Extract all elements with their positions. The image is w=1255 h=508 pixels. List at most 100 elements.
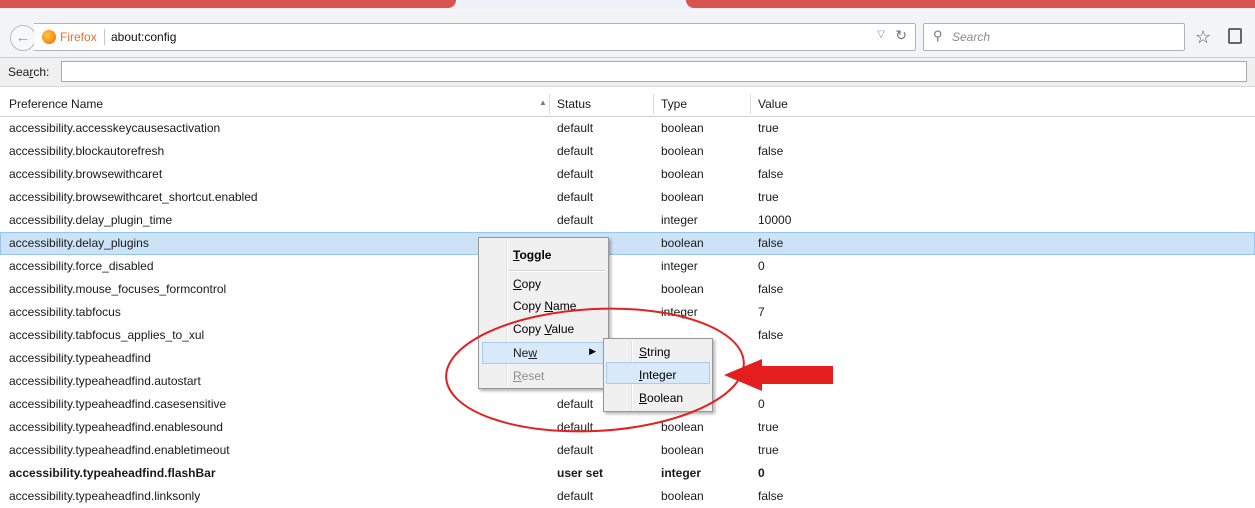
table-row[interactable]: accessibility.delay_plugins boolean false bbox=[0, 232, 1255, 255]
pref-status-cell: user set bbox=[557, 466, 604, 480]
pref-value-cell: true bbox=[758, 121, 779, 135]
tab-strip bbox=[0, 0, 1255, 9]
pref-status-cell: default bbox=[557, 190, 594, 204]
submenu-item-integer[interactable]: Integer bbox=[639, 368, 676, 382]
pref-type-cell: boolean bbox=[661, 144, 704, 158]
pref-value-cell: 0 bbox=[758, 466, 765, 480]
table-row[interactable]: accessibility.mouse_focuses_formcontrol b… bbox=[0, 278, 1255, 301]
table-row[interactable]: accessibility.typeaheadfind.enablesound d… bbox=[0, 416, 1255, 439]
table-row[interactable]: accessibility.tabfocus integer 7 bbox=[0, 301, 1255, 324]
table-row[interactable]: accessibility.typeaheadfind.enabletimeou… bbox=[0, 439, 1255, 462]
url-text[interactable]: about:config bbox=[111, 30, 176, 44]
config-search-row: Search: bbox=[0, 58, 1255, 87]
url-bar[interactable]: Firefox about:config ▽ ↻ bbox=[34, 23, 916, 51]
search-icon: ⚲ bbox=[933, 28, 943, 43]
pref-name-cell: accessibility.browsewithcaret_shortcut.e… bbox=[9, 190, 258, 204]
table-row[interactable]: accessibility.typeaheadfind.flashBar user… bbox=[0, 462, 1255, 485]
menu-item-copy[interactable]: Copy bbox=[513, 277, 541, 291]
pref-value-cell: true bbox=[758, 420, 779, 434]
table-row[interactable]: accessibility.force_disabled integer 0 bbox=[0, 255, 1255, 278]
pref-name-cell: accessibility.typeaheadfind.enabletimeou… bbox=[9, 443, 230, 457]
back-arrow-icon[interactable]: ← bbox=[10, 25, 36, 51]
pref-status-cell: default bbox=[557, 167, 594, 181]
table-row[interactable]: accessibility.delay_plugin_time default in… bbox=[0, 209, 1255, 232]
pref-type-cell: integer bbox=[661, 305, 698, 319]
sort-ascending-icon: ▲ bbox=[539, 98, 547, 107]
firefox-logo-icon bbox=[42, 30, 56, 44]
pref-type-cell: boolean bbox=[661, 190, 704, 204]
pref-name-cell: accessibility.mouse_focuses_formcontrol bbox=[9, 282, 227, 296]
tab-right[interactable] bbox=[686, 0, 1255, 8]
config-search-input[interactable] bbox=[61, 61, 1247, 82]
identity-label[interactable]: Firefox bbox=[60, 30, 97, 44]
search-bar[interactable]: ⚲ Search bbox=[923, 23, 1185, 51]
column-header-type[interactable]: Type bbox=[661, 97, 687, 111]
pref-type-cell: boolean bbox=[661, 236, 704, 250]
table-row[interactable]: accessibility.accesskeycausesactivation d… bbox=[0, 117, 1255, 140]
column-header-value[interactable]: Value bbox=[758, 97, 788, 111]
url-divider bbox=[104, 29, 105, 45]
column-header-name[interactable]: Preference Name bbox=[9, 97, 103, 111]
pref-type-cell: boolean bbox=[661, 443, 704, 457]
navigation-toolbar: ← Firefox about:config ▽ ↻ ⚲ Search ☆ bbox=[0, 9, 1255, 58]
pref-value-cell: true bbox=[758, 443, 779, 457]
pref-name-cell: accessibility.typeaheadfind.flashBar bbox=[9, 466, 216, 480]
pref-type-cell: integer bbox=[661, 213, 698, 227]
pref-value-cell: false bbox=[758, 236, 784, 250]
submenu-item-boolean[interactable]: Boolean bbox=[639, 391, 683, 405]
pref-name-cell: accessibility.accesskeycausesactivation bbox=[9, 121, 221, 135]
submenu-item-string[interactable]: String bbox=[639, 345, 670, 359]
submenu-arrow-icon: ▶ bbox=[589, 346, 596, 356]
tab-left[interactable] bbox=[0, 0, 456, 8]
table-row[interactable]: accessibility.browsewithcaret_shortcut.e… bbox=[0, 186, 1255, 209]
pref-type-cell: boolean bbox=[661, 121, 704, 135]
context-menu: Toggle Copy Copy Name Copy Value New ▶ R… bbox=[478, 237, 609, 389]
bookmarks-menu-icon[interactable] bbox=[1228, 28, 1242, 44]
pref-type-cell: integer bbox=[661, 259, 698, 273]
pref-status-cell: default bbox=[557, 213, 594, 227]
pref-status-cell: default bbox=[557, 121, 594, 135]
column-header-status[interactable]: Status bbox=[557, 97, 591, 111]
column-divider[interactable] bbox=[653, 94, 654, 114]
table-row[interactable]: accessibility.browsewithcaret default bool… bbox=[0, 163, 1255, 186]
pref-name-cell: accessibility.browsewithcaret bbox=[9, 167, 163, 181]
pref-value-cell: false bbox=[758, 167, 784, 181]
bookmark-star-icon[interactable]: ☆ bbox=[1195, 27, 1211, 48]
pref-status-cell: default bbox=[557, 420, 594, 434]
config-search-label: Search: bbox=[8, 65, 50, 79]
reload-icon[interactable]: ↻ bbox=[895, 27, 907, 44]
pref-value-cell: 0 bbox=[758, 259, 765, 273]
table-row[interactable]: accessibility.typeaheadfind.linksonly def… bbox=[0, 485, 1255, 508]
pref-name-cell: accessibility.typeaheadfind.casesensitiv… bbox=[9, 397, 227, 411]
pref-status-cell: default bbox=[557, 397, 594, 411]
pref-value-cell: false bbox=[758, 144, 784, 158]
pref-status-cell: default bbox=[557, 443, 594, 457]
pref-value-cell: 10000 bbox=[758, 213, 792, 227]
pref-name-cell: accessibility.delay_plugin_time bbox=[9, 213, 173, 227]
column-divider[interactable] bbox=[549, 94, 550, 114]
pref-value-cell: false bbox=[758, 328, 784, 342]
pref-name-cell: accessibility.delay_plugins bbox=[9, 236, 149, 250]
pref-value-cell: false bbox=[758, 282, 784, 296]
search-placeholder: Search bbox=[952, 30, 991, 44]
table-header: Preference Name ▲ Status Type Value bbox=[0, 92, 1255, 117]
new-submenu: String Integer Boolean bbox=[603, 338, 713, 412]
pref-name-cell: accessibility.typeaheadfind bbox=[9, 351, 151, 365]
menu-item-copy-name[interactable]: Copy Name bbox=[513, 299, 576, 313]
menu-item-new[interactable]: New ▶ bbox=[482, 342, 605, 364]
column-divider[interactable] bbox=[750, 94, 751, 114]
menu-item-toggle[interactable]: Toggle bbox=[513, 248, 551, 262]
pref-type-cell: integer bbox=[661, 466, 702, 480]
pref-name-cell: accessibility.typeaheadfind.enablesound bbox=[9, 420, 223, 434]
pref-type-cell: boolean bbox=[661, 167, 704, 181]
pref-type-cell: boolean bbox=[661, 282, 704, 296]
pref-value-cell: 7 bbox=[758, 305, 765, 319]
menu-item-reset[interactable]: Reset bbox=[513, 369, 544, 383]
table-row[interactable]: accessibility.blockautorefresh default boo… bbox=[0, 140, 1255, 163]
menu-item-copy-value[interactable]: Copy Value bbox=[513, 322, 574, 336]
pref-status-cell: default bbox=[557, 144, 594, 158]
pref-name-cell: accessibility.typeaheadfind.autostart bbox=[9, 374, 201, 388]
table-body: accessibility.accesskeycausesactivation d… bbox=[0, 117, 1255, 508]
history-dropdown-icon[interactable]: ▽ bbox=[877, 29, 885, 40]
pref-name-cell: accessibility.blockautorefresh bbox=[9, 144, 165, 158]
